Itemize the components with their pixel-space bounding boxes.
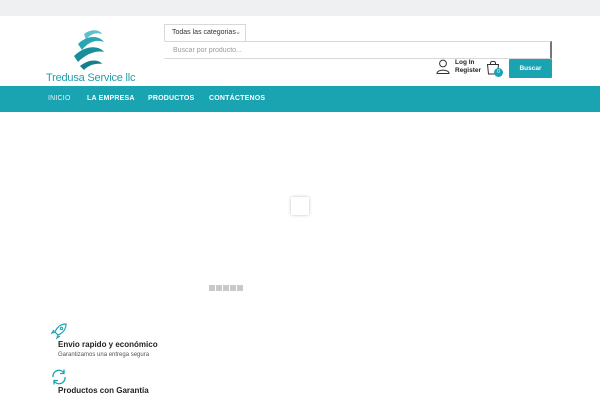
site-logo[interactable]: Tredusa Service llc — [44, 26, 144, 84]
nav-item-contactenos[interactable]: CONTÁCTENOS — [209, 86, 265, 112]
nav-item-la-empresa[interactable]: LA EMPRESA — [87, 86, 135, 112]
logo-mark — [74, 30, 104, 70]
feature-warranty: Productos con Garantía — [50, 368, 250, 408]
logo-text: Tredusa Service llc — [46, 72, 136, 84]
site-header: Tredusa Service llc Todas las categorias… — [0, 16, 600, 86]
hero-slider — [0, 112, 600, 312]
category-select-label: Todas las categorias — [172, 29, 236, 36]
register-link[interactable]: Register — [455, 67, 481, 74]
slider-dot[interactable] — [216, 285, 222, 291]
main-nav: INICIO LA EMPRESA PRODUCTOS CONTÁCTENOS — [0, 86, 600, 112]
feature-description: Garantizamos una entrega segura — [58, 352, 150, 358]
search-input[interactable] — [164, 41, 552, 59]
feature-title: Productos con Garantía — [58, 386, 149, 395]
user-icon — [436, 59, 450, 74]
cart-count-badge: 0 — [494, 68, 503, 77]
nav-item-productos[interactable]: PRODUCTOS — [148, 86, 194, 112]
slider-dot[interactable] — [223, 285, 229, 291]
slider-dot[interactable] — [237, 285, 243, 291]
top-strip — [0, 0, 600, 16]
category-select[interactable]: Todas las categorias ⌄ — [164, 24, 246, 42]
account-link[interactable]: Log In Register — [436, 59, 484, 77]
slider-dot[interactable] — [209, 285, 215, 291]
feature-shipping: Envio rapido y económico Garantizamos un… — [50, 322, 250, 362]
chevron-down-icon: ⌄ — [235, 29, 241, 36]
slider-loader — [291, 197, 309, 215]
cart-button[interactable]: 0 — [486, 60, 504, 78]
rocket-icon — [50, 323, 67, 340]
feature-title: Envio rapido y económico — [58, 340, 158, 349]
refresh-icon — [52, 369, 66, 385]
search-button[interactable]: Buscar — [509, 59, 552, 78]
nav-item-inicio[interactable]: INICIO — [48, 86, 71, 112]
login-link[interactable]: Log In — [455, 59, 475, 66]
slider-dots — [209, 285, 244, 291]
slider-dot[interactable] — [230, 285, 236, 291]
